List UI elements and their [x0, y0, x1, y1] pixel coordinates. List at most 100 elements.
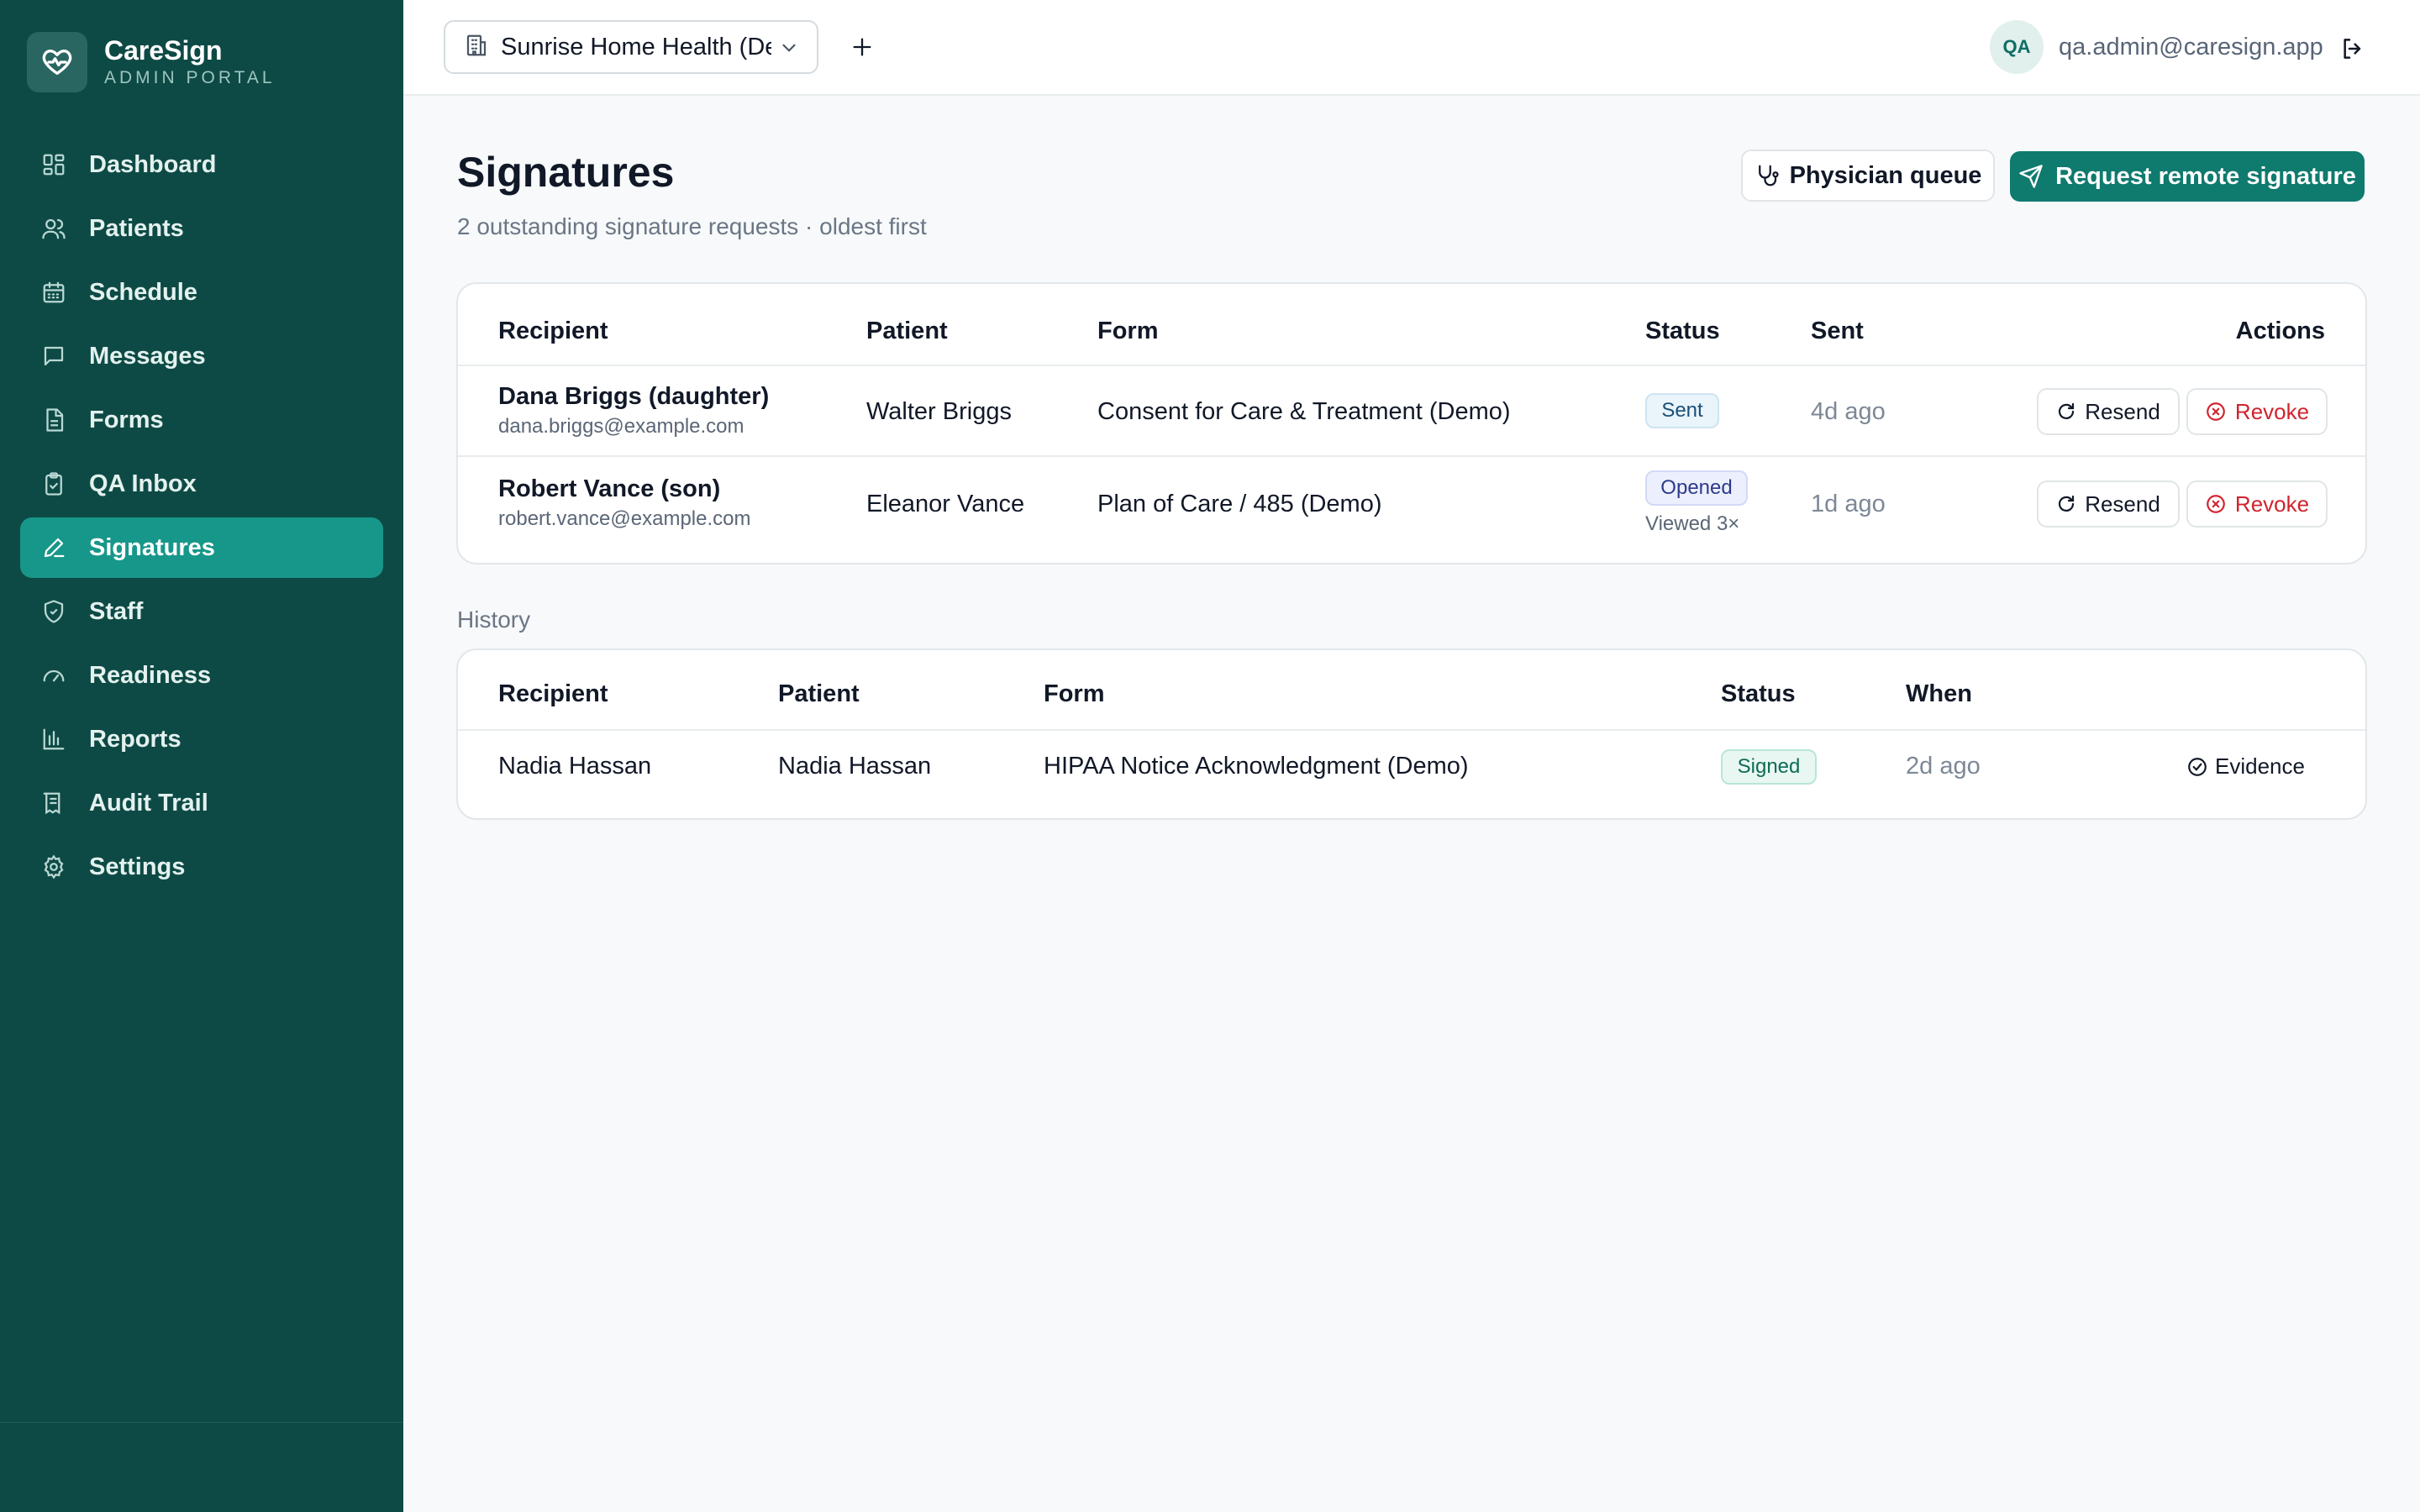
- sidebar-item-label: Messages: [89, 342, 206, 370]
- sidebar-item-dashboard[interactable]: Dashboard: [20, 134, 383, 195]
- column-header-form: Form: [1097, 318, 1159, 344]
- sidebar-item-readiness[interactable]: Readiness: [20, 645, 383, 706]
- form-name: Consent for Care & Treatment (Demo): [1097, 398, 1511, 425]
- clipboard-check-icon: [40, 470, 67, 497]
- revoke-label: Revoke: [2234, 398, 2310, 424]
- building-icon: [464, 33, 489, 62]
- avatar[interactable]: QA: [1990, 20, 2044, 74]
- revoke-label: Revoke: [2234, 491, 2310, 517]
- brand[interactable]: CareSign ADMIN PORTAL: [27, 32, 276, 92]
- sidebar-item-messages[interactable]: Messages: [20, 326, 383, 386]
- status-note: Viewed 3×: [1645, 512, 1740, 535]
- evidence-label: Evidence: [2215, 753, 2305, 779]
- column-header-actions: Actions: [2235, 318, 2325, 344]
- calendar-icon: [40, 279, 67, 306]
- bar-chart-icon: [40, 726, 67, 753]
- status-badge: Signed: [1721, 749, 1817, 785]
- column-header-sent: Sent: [1811, 318, 1864, 344]
- column-header-recipient: Recipient: [498, 680, 608, 707]
- history-table: Recipient Patient Form Status When Nadia…: [456, 648, 2367, 820]
- sidebar-item-label: QA Inbox: [89, 470, 197, 497]
- column-header-form: Form: [1044, 680, 1105, 707]
- sidebar-item-qa-inbox[interactable]: QA Inbox: [20, 454, 383, 514]
- sent-time: 1d ago: [1811, 491, 1886, 517]
- brand-subtitle: ADMIN PORTAL: [104, 68, 276, 87]
- chevron-down-icon: [778, 37, 800, 63]
- sidebar-item-settings[interactable]: Settings: [20, 837, 383, 897]
- x-circle-icon: [2207, 495, 2225, 513]
- column-header-when: When: [1906, 680, 1972, 707]
- gauge-icon: [40, 662, 67, 689]
- revoke-button[interactable]: Revoke: [2186, 480, 2328, 528]
- recipient-email: robert.vance@example.com: [498, 507, 751, 530]
- header-divider: [458, 365, 2365, 366]
- brand-name: CareSign: [104, 35, 223, 66]
- row-divider: [458, 455, 2365, 457]
- shield-check-icon: [40, 598, 67, 625]
- column-header-recipient: Recipient: [498, 318, 608, 344]
- status-badge: Sent: [1645, 393, 1719, 428]
- patient-name: Walter Briggs: [866, 398, 1012, 425]
- logout-button[interactable]: [2336, 32, 2370, 66]
- sidebar-item-audit-trail[interactable]: Audit Trail: [20, 773, 383, 833]
- sidebar-divider: [0, 1422, 403, 1423]
- gear-icon: [40, 853, 67, 880]
- receipt-icon: [40, 790, 67, 816]
- revoke-button[interactable]: Revoke: [2186, 388, 2328, 435]
- dashboard-grid-icon: [40, 151, 67, 178]
- send-icon: [2019, 165, 2043, 188]
- sidebar-item-label: Patients: [89, 214, 184, 242]
- resend-button[interactable]: Resend: [2037, 480, 2180, 528]
- page-title: Signatures: [457, 149, 675, 196]
- patient-name: Eleanor Vance: [866, 491, 1025, 517]
- organization-select-value: Sunrise Home Health (De: [501, 33, 771, 60]
- request-remote-signature-label: Request remote signature: [2055, 162, 2356, 190]
- user-email: qa.admin@caresign.app: [2059, 34, 2323, 60]
- column-header-status: Status: [1645, 318, 1720, 344]
- physician-queue-button[interactable]: Physician queue: [1741, 150, 1995, 202]
- document-icon: [40, 407, 67, 433]
- header-divider: [458, 729, 2365, 731]
- evidence-link[interactable]: Evidence: [2186, 753, 2305, 780]
- outstanding-requests-table: Recipient Patient Form Status Sent Actio…: [456, 282, 2367, 564]
- column-header-status: Status: [1721, 680, 1796, 707]
- sidebar-nav: Dashboard Patients Schedule Messages For…: [20, 134, 383, 900]
- sidebar-item-reports[interactable]: Reports: [20, 709, 383, 769]
- sidebar: CareSign ADMIN PORTAL Dashboard Patients…: [0, 0, 403, 1512]
- sidebar-item-label: Settings: [89, 853, 186, 880]
- sidebar-item-label: Forms: [89, 406, 164, 433]
- refresh-icon: [2059, 402, 2075, 419]
- sent-time: 4d ago: [1811, 398, 1886, 425]
- check-circle-icon: [2188, 757, 2207, 776]
- sidebar-item-label: Readiness: [89, 661, 212, 689]
- resend-label: Resend: [2085, 491, 2160, 517]
- sidebar-item-staff[interactable]: Staff: [20, 581, 383, 642]
- completed-time: 2d ago: [1906, 753, 1981, 780]
- sidebar-item-schedule[interactable]: Schedule: [20, 262, 383, 323]
- patient-name: Nadia Hassan: [778, 753, 932, 780]
- sidebar-item-signatures[interactable]: Signatures: [20, 517, 383, 578]
- column-header-patient: Patient: [866, 318, 948, 344]
- sidebar-item-patients[interactable]: Patients: [20, 198, 383, 259]
- resend-button[interactable]: Resend: [2037, 388, 2180, 435]
- organization-select[interactable]: Sunrise Home Health (De: [444, 20, 818, 74]
- refresh-icon: [2059, 495, 2075, 512]
- form-name: Plan of Care / 485 (Demo): [1097, 491, 1382, 517]
- sidebar-item-label: Schedule: [89, 278, 197, 306]
- recipient-name: Nadia Hassan: [498, 753, 652, 780]
- status-badge: Opened: [1645, 470, 1748, 506]
- sidebar-item-label: Staff: [89, 597, 144, 625]
- sidebar-item-forms[interactable]: Forms: [20, 390, 383, 450]
- recipient-name: Robert Vance (son): [498, 475, 721, 502]
- request-remote-signature-button[interactable]: Request remote signature: [2010, 151, 2365, 202]
- recipient-email: dana.briggs@example.com: [498, 415, 744, 438]
- users-icon: [40, 215, 67, 242]
- top-bar: Sunrise Home Health (De QA qa.admin@care…: [403, 0, 2420, 96]
- logout-icon: [2344, 39, 2361, 59]
- add-organization-button[interactable]: [849, 30, 876, 64]
- history-heading: History: [457, 606, 531, 633]
- page-subtitle: 2 outstanding signature requests · oldes…: [457, 213, 927, 239]
- sidebar-item-label: Dashboard: [89, 150, 217, 178]
- sidebar-item-label: Audit Trail: [89, 789, 208, 816]
- plus-icon: [853, 38, 871, 56]
